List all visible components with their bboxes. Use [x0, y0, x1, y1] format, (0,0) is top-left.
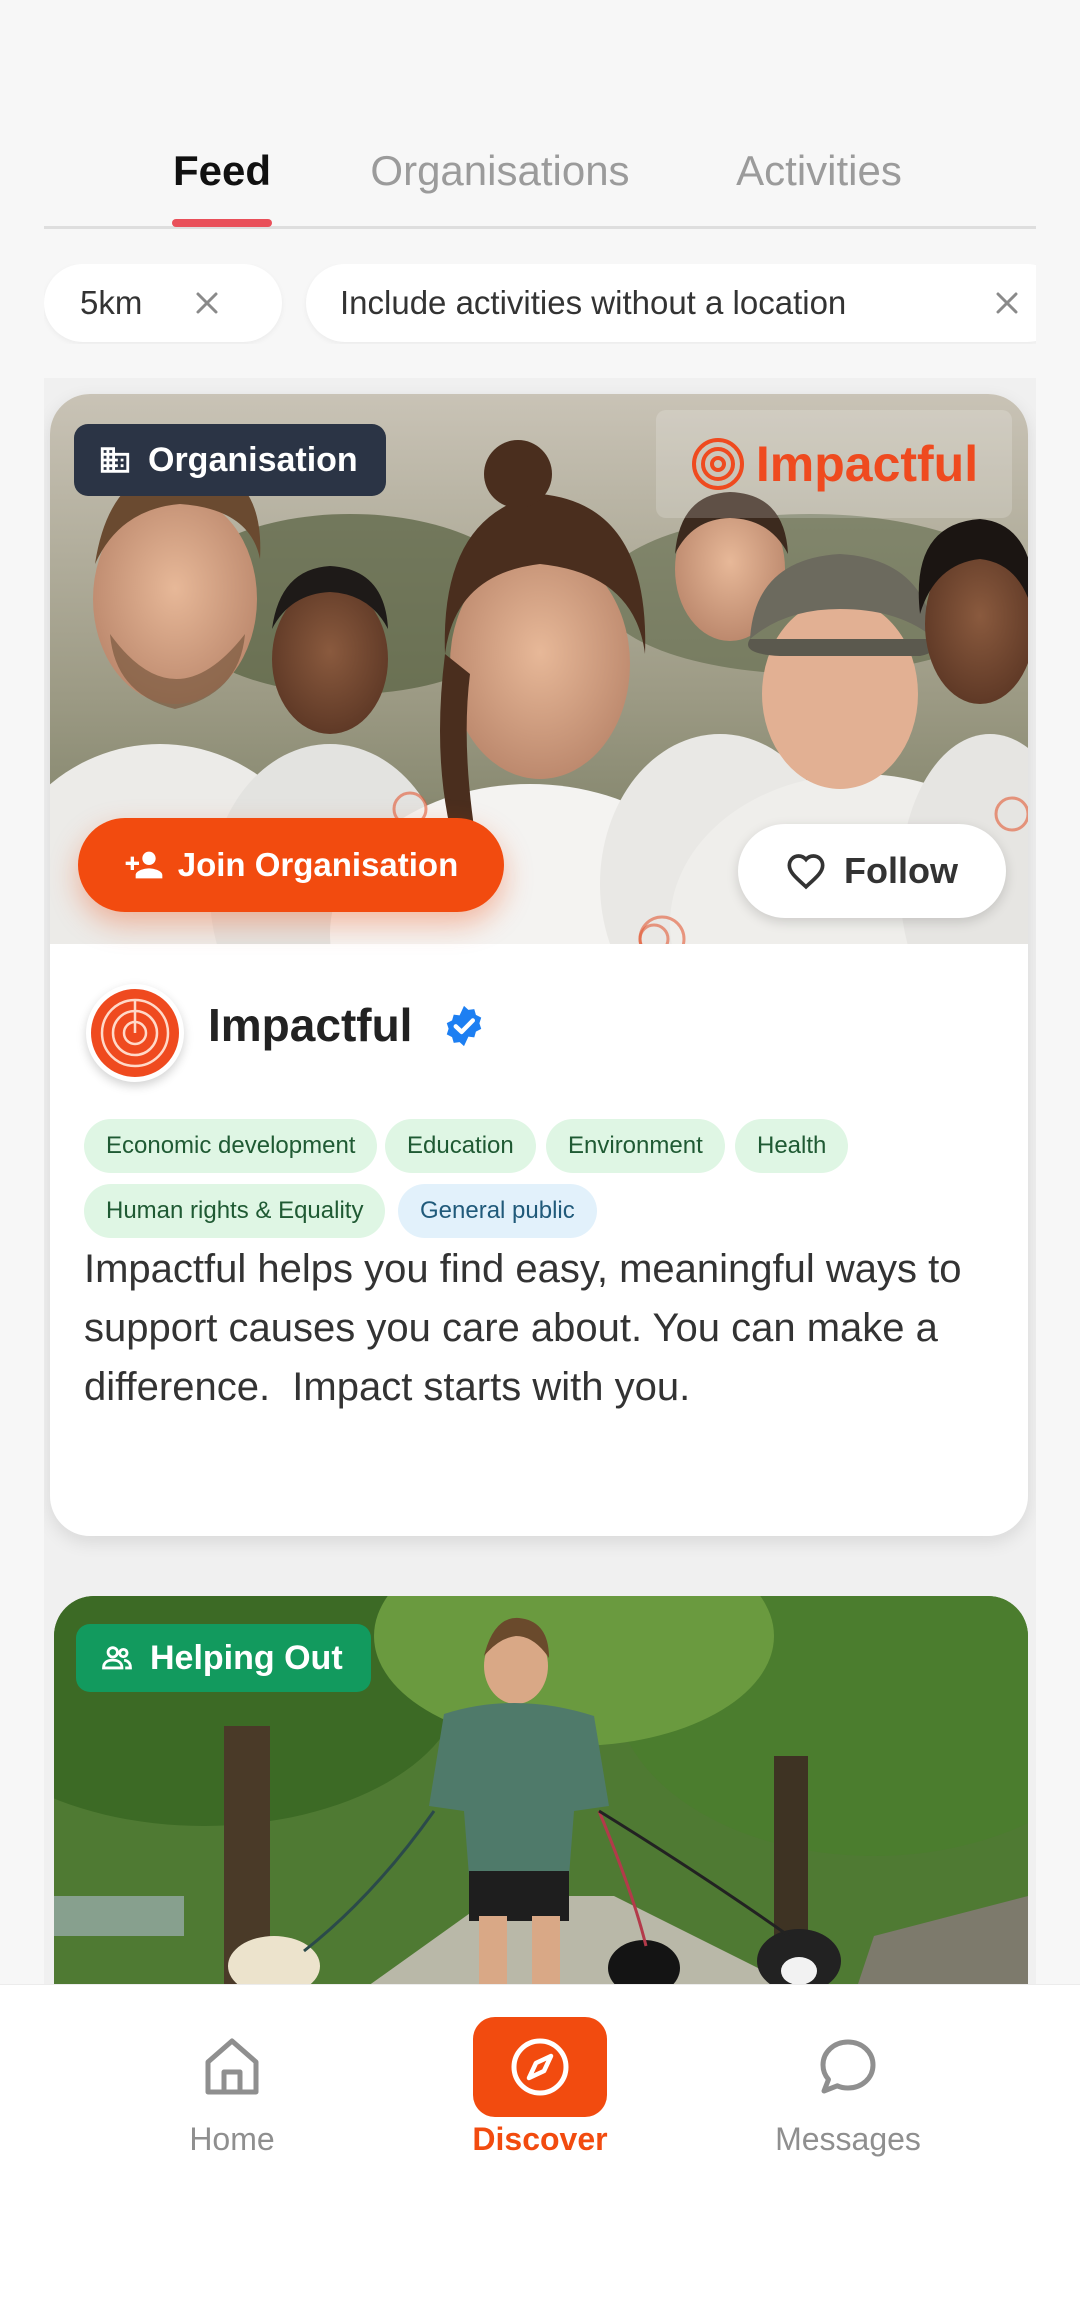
- nav-messages-label: Messages: [775, 2121, 921, 2157]
- activity-type-badge: Helping Out: [76, 1624, 371, 1692]
- brand-watermark: Impactful: [656, 410, 1012, 518]
- activity-card[interactable]: Helping Out: [54, 1596, 1028, 1984]
- nav-discover-label: Discover: [472, 2121, 608, 2157]
- cause-tag: Environment: [546, 1119, 725, 1173]
- nav-home[interactable]: Home: [122, 2017, 342, 2167]
- people-icon: [102, 1646, 132, 1670]
- filter-chips: 5km Include activities without a locatio…: [44, 264, 1036, 344]
- cause-tag: Health: [735, 1119, 849, 1173]
- nav-messages[interactable]: Messages: [738, 2017, 958, 2167]
- join-organisation-button[interactable]: Join Organisation: [78, 818, 504, 912]
- organisation-card[interactable]: Organisation Impactful Join Organisation…: [50, 394, 1028, 1536]
- nav-discover[interactable]: Discover: [430, 2017, 650, 2167]
- tab-activities[interactable]: Activities: [724, 115, 914, 227]
- verified-badge-icon: [442, 1004, 486, 1053]
- nav-home-label: Home: [189, 2121, 275, 2157]
- impactful-logo-icon: [691, 438, 744, 490]
- target-logo-icon: [100, 998, 170, 1068]
- cause-tag: Economic development: [84, 1119, 378, 1173]
- building-icon: [100, 447, 130, 473]
- heart-icon: [787, 854, 825, 890]
- active-tab-indicator: [172, 219, 272, 227]
- add-person-icon: [125, 851, 163, 879]
- distance-filter-label: 5km: [80, 284, 143, 321]
- compass-icon: [473, 2017, 607, 2117]
- follow-button[interactable]: Follow: [738, 824, 1006, 918]
- close-icon[interactable]: [192, 288, 222, 318]
- follow-label: Follow: [844, 850, 958, 891]
- audience-tag: General public: [398, 1184, 597, 1238]
- feed-tabs: Feed Organisations Activities: [44, 115, 1036, 229]
- chat-bubble-icon: [817, 2017, 879, 2117]
- tab-feed[interactable]: Feed: [172, 115, 272, 227]
- cause-tag: Human rights & Equality: [84, 1184, 386, 1238]
- bottom-navigation: Home Discover Messages: [0, 1984, 1080, 2316]
- join-organisation-label: Join Organisation: [177, 846, 459, 883]
- home-icon: [202, 2017, 262, 2117]
- close-icon[interactable]: [992, 288, 1022, 318]
- brand-watermark-text: Impactful: [755, 436, 979, 492]
- organisation-description: Impactful helps you find easy, meaningfu…: [84, 1247, 973, 1409]
- feed-list[interactable]: Organisation Impactful Join Organisation…: [44, 378, 1036, 1984]
- no-location-filter-chip[interactable]: Include activities without a location: [306, 264, 1036, 342]
- organisation-name[interactable]: Impactful: [208, 998, 412, 1052]
- organisation-badge: Organisation: [74, 424, 386, 496]
- organisation-avatar[interactable]: [86, 984, 184, 1082]
- activity-type-label: Helping Out: [150, 1638, 343, 1677]
- organisation-badge-label: Organisation: [148, 440, 358, 479]
- cause-tag: Education: [385, 1119, 536, 1173]
- no-location-filter-label: Include activities without a location: [340, 284, 847, 321]
- tab-organisations[interactable]: Organisations: [360, 115, 640, 227]
- distance-filter-chip[interactable]: 5km: [44, 264, 282, 342]
